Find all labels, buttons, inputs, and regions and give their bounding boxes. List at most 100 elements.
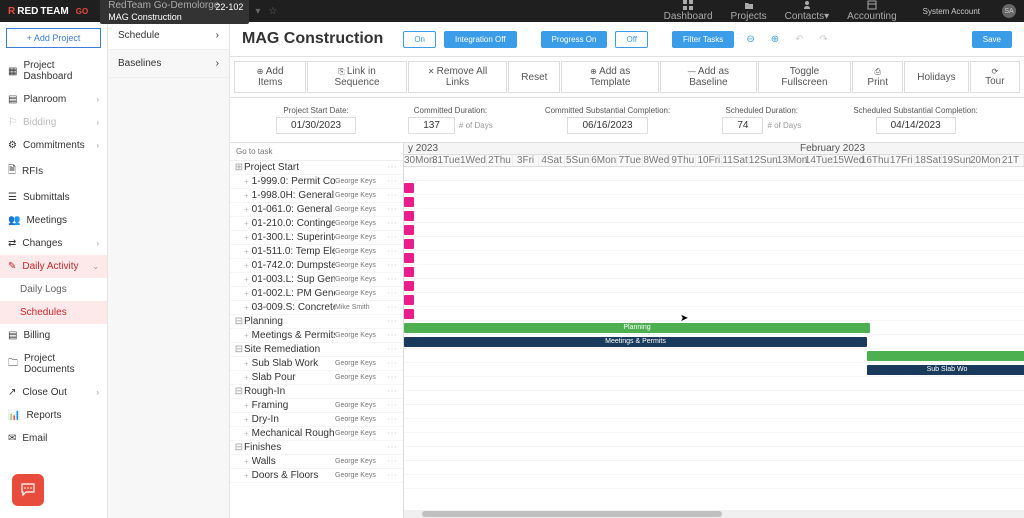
sidebar-item[interactable]: 📊Reports: [0, 404, 107, 427]
gantt-bar[interactable]: [404, 211, 414, 221]
add-icon[interactable]: +: [244, 415, 249, 424]
add-icon[interactable]: +: [244, 457, 249, 466]
more-icon[interactable]: ⋯: [385, 470, 399, 481]
zoom-in-icon[interactable]: ⊕: [767, 34, 783, 45]
gantt-bar[interactable]: [404, 225, 414, 235]
add-icon[interactable]: +: [244, 429, 249, 438]
more-icon[interactable]: ⋯: [385, 414, 399, 425]
more-icon[interactable]: ⋯: [385, 232, 399, 243]
save-button[interactable]: Save: [972, 31, 1012, 48]
dropdown-caret-icon[interactable]: ▾: [255, 6, 260, 17]
committed-duration-input[interactable]: 137: [408, 117, 455, 134]
nav-projects[interactable]: Projects: [731, 0, 767, 22]
expand-icon[interactable]: ⊟: [234, 386, 244, 397]
chat-fab[interactable]: [12, 474, 44, 506]
sidebar-item[interactable]: ☰Submittals: [0, 186, 107, 209]
gantt-bar[interactable]: [404, 267, 414, 277]
task-row[interactable]: +01-002.L: PM General CostGeorge Keys⋯: [230, 287, 403, 301]
project-selector[interactable]: RedTeam Go-Demolorge MAG Construction 22…: [100, 0, 249, 24]
more-icon[interactable]: ⋯: [385, 456, 399, 467]
nav-dashboard[interactable]: Dashboard: [664, 0, 713, 22]
undo-icon[interactable]: ↶: [791, 34, 807, 45]
gantt-bar[interactable]: [404, 295, 414, 305]
star-icon[interactable]: ☆: [268, 6, 277, 17]
task-row[interactable]: +FramingGeorge Keys⋯: [230, 399, 403, 413]
sidebar-item[interactable]: ⇄Changes›: [0, 232, 107, 255]
more-icon[interactable]: ⋯: [385, 274, 399, 285]
tb-template[interactable]: ⊕ Add as Template: [561, 61, 659, 93]
more-icon[interactable]: ⋯: [385, 330, 399, 341]
sidebar-item[interactable]: 🗀Project Documents: [0, 347, 107, 381]
expand-icon[interactable]: ⊟: [234, 316, 244, 327]
sidebar-item[interactable]: ▦Project Dashboard: [0, 54, 107, 88]
gantt-chart[interactable]: y 2023 February 2023 30Mon31Tue1Wed2Thu3…: [404, 143, 1024, 518]
more-icon[interactable]: ⋯: [385, 386, 399, 397]
csc-input[interactable]: 06/16/2023: [567, 117, 647, 134]
avatar[interactable]: SA: [1002, 4, 1016, 18]
h-scrollbar[interactable]: [404, 510, 1024, 518]
sidebar-item[interactable]: Daily Logs: [0, 278, 107, 301]
gantt-bar[interactable]: Sub Slab Wo: [867, 365, 1024, 375]
tb-baseline[interactable]: — Add as Baseline: [660, 61, 757, 93]
gantt-bar[interactable]: [867, 351, 1024, 361]
add-icon[interactable]: +: [244, 275, 249, 284]
integration-off-button[interactable]: Integration Off: [444, 31, 517, 48]
zoom-out-icon[interactable]: ⊖: [742, 34, 758, 45]
off-button[interactable]: Off: [615, 31, 648, 48]
gantt-bar[interactable]: [404, 183, 414, 193]
more-icon[interactable]: ⋯: [385, 344, 399, 355]
add-icon[interactable]: +: [244, 177, 249, 186]
task-row[interactable]: ⊟Planning⋯: [230, 315, 403, 329]
add-icon[interactable]: +: [244, 303, 249, 312]
tb-remove[interactable]: ✕ Remove All Links: [408, 61, 508, 93]
add-icon[interactable]: +: [244, 331, 249, 340]
add-icon[interactable]: +: [244, 261, 249, 270]
more-icon[interactable]: ⋯: [385, 260, 399, 271]
tb-reset[interactable]: Reset: [508, 61, 560, 93]
add-icon[interactable]: +: [244, 289, 249, 298]
gantt-bar[interactable]: [404, 239, 414, 249]
more-icon[interactable]: ⋯: [385, 316, 399, 327]
task-row[interactable]: +01-511.0: Temp ElectricalGeorge Keys⋯: [230, 245, 403, 259]
task-row[interactable]: ⊟Site Remediation⋯: [230, 343, 403, 357]
add-icon[interactable]: +: [244, 247, 249, 256]
task-row[interactable]: +01-061.0: General CostsGeorge Keys⋯: [230, 203, 403, 217]
tb-tour[interactable]: ⟳ Tour: [970, 61, 1020, 93]
tb-print[interactable]: ⎙ Print: [852, 61, 903, 93]
sidebar-item[interactable]: ✉Email: [0, 427, 107, 450]
gantt-bar[interactable]: [404, 281, 414, 291]
sidebar-item[interactable]: ↗Close Out›: [0, 381, 107, 404]
task-row[interactable]: +03-009.S: Concrete PumpingMike Smith⋯: [230, 301, 403, 315]
add-icon[interactable]: +: [244, 233, 249, 242]
task-row[interactable]: +1-998.0H: General CostsGeorge Keys⋯: [230, 189, 403, 203]
gantt-bar[interactable]: [404, 197, 414, 207]
task-row[interactable]: +Mechanical Rough-InGeorge Keys⋯: [230, 427, 403, 441]
sidebar-item[interactable]: 👥Meetings: [0, 209, 107, 232]
redo-icon[interactable]: ↷: [815, 34, 831, 45]
gantt-bar[interactable]: Meetings & Permits: [404, 337, 867, 347]
expand-icon[interactable]: ⊟: [234, 442, 244, 453]
task-row[interactable]: +Meetings & PermitsGeorge Keys⋯: [230, 329, 403, 343]
tb-holidays[interactable]: Holidays: [904, 61, 968, 93]
more-icon[interactable]: ⋯: [385, 400, 399, 411]
sidebar-item[interactable]: ⚐Bidding›: [0, 111, 107, 134]
more-icon[interactable]: ⋯: [385, 358, 399, 369]
ssc-input[interactable]: 04/14/2023: [876, 117, 956, 134]
add-icon[interactable]: +: [244, 373, 249, 382]
more-icon[interactable]: ⋯: [385, 190, 399, 201]
expand-icon[interactable]: ⊞: [234, 162, 244, 173]
gantt-bar[interactable]: [404, 309, 414, 319]
progress-on-button[interactable]: Progress On: [541, 31, 608, 48]
mid-baselines[interactable]: Baselines›: [108, 50, 229, 78]
tb-fullscreen[interactable]: Toggle Fullscreen: [758, 61, 851, 93]
more-icon[interactable]: ⋯: [385, 162, 399, 173]
task-row[interactable]: +Sub Slab WorkGeorge Keys⋯: [230, 357, 403, 371]
task-row[interactable]: +Slab PourGeorge Keys⋯: [230, 371, 403, 385]
task-row[interactable]: +01-742.0: Dumpster RentalGeorge Keys⋯: [230, 259, 403, 273]
nav-accounting[interactable]: Accounting: [847, 0, 896, 22]
more-icon[interactable]: ⋯: [385, 302, 399, 313]
more-icon[interactable]: ⋯: [385, 176, 399, 187]
task-row[interactable]: ⊟Rough-In⋯: [230, 385, 403, 399]
add-icon[interactable]: +: [244, 219, 249, 228]
nav-contacts[interactable]: Contacts▾: [785, 0, 830, 22]
